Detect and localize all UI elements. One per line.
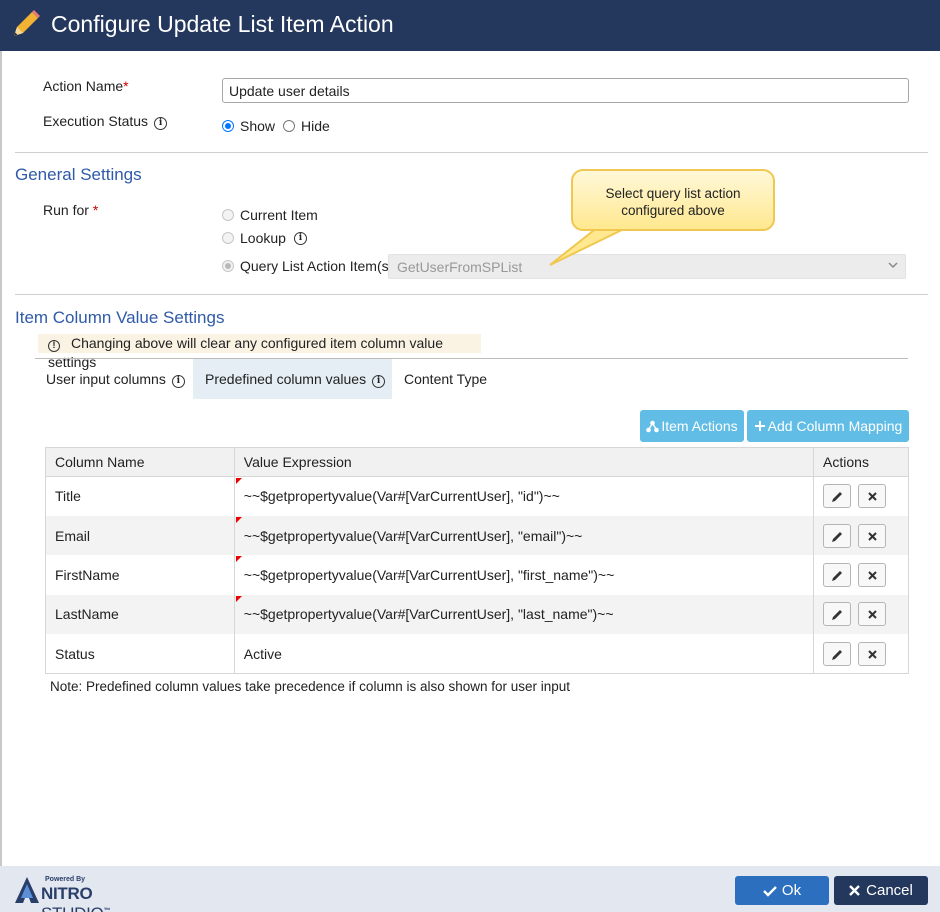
required-mark: * (92, 202, 99, 218)
nitro-studio-logo: Powered By NITRO STUDIO™ (14, 873, 164, 912)
column-name-cell: Email (45, 515, 235, 556)
close-icon (868, 492, 877, 502)
actions-cell (813, 594, 909, 635)
table-header-row: Column Name Value Expression Actions (45, 447, 909, 477)
close-icon (868, 571, 877, 580)
radio-unchecked-icon[interactable] (283, 120, 295, 132)
close-icon (868, 649, 877, 659)
required-mark: * (123, 78, 129, 94)
column-mapping-table: Column Name Value Expression Actions Tit… (45, 447, 909, 674)
column-name-cell: LastName (45, 594, 235, 635)
radio-checked-icon[interactable] (222, 120, 234, 132)
comment-flag-icon (235, 595, 242, 602)
plus-icon (754, 421, 765, 431)
pencil-icon (832, 492, 843, 503)
edit-button[interactable] (823, 641, 852, 666)
warning-icon: ! (48, 340, 60, 352)
close-icon (849, 885, 860, 896)
actions-cell (813, 476, 909, 516)
delete-button[interactable] (857, 602, 886, 627)
delete-button[interactable] (857, 523, 886, 548)
dialog-left-border (0, 51, 2, 866)
table-row: FirstName ~~$getpropertyvalue(Var#[VarCu… (45, 555, 909, 595)
add-column-mapping-button[interactable]: Add Column Mapping (747, 410, 909, 442)
item-column-heading: Item Column Value Settings (15, 308, 225, 327)
edit-button[interactable] (823, 484, 852, 509)
execution-status-show-radio[interactable]: Show (222, 118, 275, 134)
close-icon (868, 531, 877, 541)
run-for-lookup-radio[interactable]: Lookup i (222, 230, 307, 246)
callout-tooltip: Select query list action configured abov… (571, 169, 775, 231)
cancel-button[interactable]: Cancel (834, 876, 928, 905)
value-expression-cell: ~~$getpropertyvalue(Var#[VarCurrentUser]… (233, 476, 815, 516)
info-icon: i (372, 375, 386, 388)
comment-flag-icon (235, 556, 242, 563)
pencil-icon (832, 570, 843, 581)
divider (15, 152, 928, 153)
table-row: Email ~~$getpropertyvalue(Var#[VarCurren… (45, 515, 909, 556)
radio-unchecked-icon[interactable] (222, 232, 234, 244)
value-expression-cell: ~~$getpropertyvalue(Var#[VarCurrentUser]… (233, 515, 815, 556)
pencil-icon (832, 610, 843, 621)
nitro-logo-icon (15, 877, 39, 903)
info-icon[interactable]: i (293, 231, 307, 245)
column-name-header: Column Name (45, 447, 235, 477)
tab-predefined-column-values[interactable]: Predefined column values i (193, 359, 392, 399)
value-expression-cell: ~~$getpropertyvalue(Var#[VarCurrentUser]… (233, 594, 815, 635)
info-icon: i (171, 375, 185, 388)
dialog-title-bar: Configure Update List Item Action (0, 0, 940, 51)
execution-status-label: Execution Status i (43, 113, 168, 130)
pencil-icon (14, 10, 40, 36)
run-for-query-list-radio[interactable]: Query List Action Item(s) (222, 258, 393, 274)
chevron-down-icon (888, 262, 898, 269)
edit-button[interactable] (823, 602, 852, 627)
ok-button[interactable]: Ok (735, 876, 829, 905)
value-expression-cell: ~~$getpropertyvalue(Var#[VarCurrentUser]… (233, 555, 815, 595)
sitemap-icon (646, 420, 660, 432)
actions-cell (813, 555, 909, 595)
comment-flag-icon (235, 478, 242, 484)
warning-message: ! Changing above will clear any configure… (38, 334, 481, 370)
comment-flag-icon (235, 516, 242, 523)
actions-header: Actions (813, 447, 909, 477)
value-expression-header: Value Expression (233, 447, 815, 477)
table-row: Title ~~$getpropertyvalue(Var#[VarCurren… (45, 476, 909, 516)
divider (15, 294, 928, 295)
general-settings-heading: General Settings (15, 165, 142, 184)
column-name-cell: Title (45, 476, 235, 516)
item-actions-button[interactable]: Item Actions (640, 410, 744, 442)
column-name-cell: Status (45, 634, 235, 674)
action-name-label: Action Name* (43, 78, 129, 94)
actions-cell (813, 634, 909, 674)
delete-button[interactable] (857, 641, 886, 666)
delete-button[interactable] (857, 484, 886, 509)
value-expression-cell: Active (233, 634, 815, 674)
checkmark-icon (763, 885, 777, 897)
delete-button[interactable] (857, 562, 886, 587)
callout-pointer (549, 226, 629, 266)
tab-content-type[interactable]: Content Type (392, 359, 502, 399)
radio-unchecked-icon[interactable] (222, 209, 234, 221)
action-name-input[interactable] (222, 78, 909, 103)
info-icon[interactable]: i (154, 117, 168, 130)
pencil-icon (832, 649, 843, 660)
actions-cell (813, 515, 909, 556)
edit-button[interactable] (823, 562, 852, 587)
radio-checked-icon[interactable] (222, 260, 234, 272)
dialog-title: Configure Update List Item Action (51, 11, 394, 37)
tab-user-input-columns[interactable]: User input columns i (35, 359, 193, 399)
run-for-label: Run for * (43, 202, 99, 218)
close-icon (868, 610, 877, 620)
run-for-current-item-radio[interactable]: Current Item (222, 207, 318, 223)
precedence-note: Note: Predefined column values take prec… (50, 679, 571, 694)
execution-status-hide-radio[interactable]: Hide (283, 118, 330, 134)
pencil-icon (832, 531, 843, 542)
edit-button[interactable] (823, 523, 852, 548)
table-row: LastName ~~$getpropertyvalue(Var#[VarCur… (45, 594, 909, 635)
column-name-cell: FirstName (45, 555, 235, 595)
table-row: Status Active (45, 634, 909, 674)
